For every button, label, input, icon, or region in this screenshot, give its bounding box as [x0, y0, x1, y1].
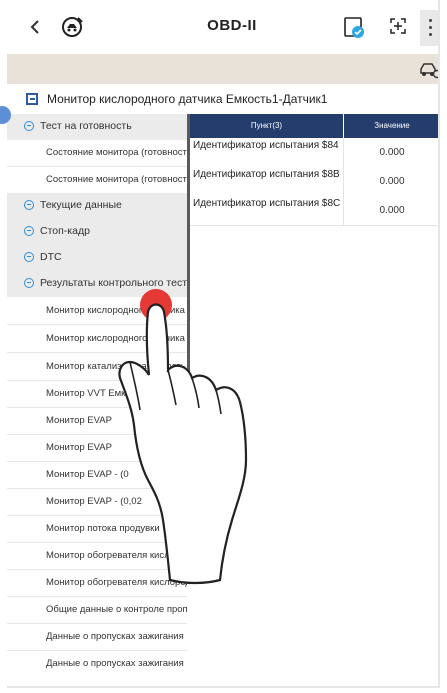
sidebar-item-label: Монитор потока продувки [46, 523, 160, 534]
sidebar-item-label: Результаты контрольного теста [40, 277, 187, 289]
sidebar-item-vvt[interactable]: Монитор VVT Емкость [7, 381, 187, 407]
collapse-icon [24, 252, 34, 262]
top-bar: OBD-II [7, 0, 438, 54]
sidebar-item-evap-3[interactable]: Монитор EVAP - (0 [7, 462, 187, 488]
sidebar-item-label: Текущие данные [40, 199, 122, 211]
sidebar-item-label: Монитор EVAP [46, 415, 112, 426]
page-title: OBD-II [207, 17, 257, 34]
sidebar-item-misfire-general[interactable]: Общие данные о контроле пропусков [7, 597, 187, 623]
sidebar-item-misfire-2[interactable]: Данные о пропусках зажигания [7, 651, 187, 677]
column-header-value: Значение [344, 114, 438, 138]
sidebar-item-monitor-status-2[interactable]: Состояние монитора (готовность) [7, 167, 187, 193]
sidebar-category-readiness[interactable]: Тест на готовность [7, 114, 187, 140]
table-cell-item: Идентификатор испытания $84 [193, 140, 339, 151]
sidebar-item-label: Данные о пропусках зажигания [46, 631, 184, 642]
sidebar-item-label: Данные о пропусках зажигания [46, 658, 184, 669]
collapse-icon [24, 121, 34, 131]
collapse-icon [24, 278, 34, 288]
table-cell-item: Идентификатор испытания $8B [193, 169, 340, 180]
divider [7, 324, 187, 325]
sidebar-item-label: Монитор VVT Емкость [46, 388, 145, 399]
sidebar-item-label: Монитор кислородного датчика [46, 305, 185, 316]
sidebar-item-evap-4[interactable]: Монитор EVAP - (0,02 [7, 489, 187, 515]
sidebar-item-label: Общие данные о контроле пропусков [46, 604, 187, 615]
breadcrumb-text: Монитор кислородного датчика Емкость1-Да… [47, 92, 328, 106]
car-settings-icon[interactable] [419, 61, 438, 79]
sidebar-item-label: Монитор EVAP [46, 442, 112, 453]
sidebar-item-label: DTC [40, 251, 62, 263]
table-cell-value: 0.000 [379, 147, 405, 158]
back-button[interactable] [27, 16, 45, 38]
sidebar-item-label: Монитор катализатора Емкость [46, 361, 186, 372]
sidebar-item-label: Стоп-кадр [40, 225, 90, 237]
sidebar-item-o2-sensor-1[interactable]: Монитор кислородного датчика [7, 298, 187, 324]
sidebar-item-misfire-1[interactable]: Данные о пропусках зажигания [7, 624, 187, 650]
sidebar-category-freeze-frame[interactable]: Стоп-кадр [7, 219, 187, 245]
sidebar-item-label: Монитор EVAP - (0,02 [46, 496, 142, 507]
sidebar-item-o2-sensor-2[interactable]: Монитор кислородного датчика [7, 326, 187, 352]
report-icon[interactable] [341, 14, 367, 40]
sidebar-item-label: Тест на готовность [40, 120, 132, 132]
table-row[interactable]: Идентификатор испытания $8C 0.000 [190, 196, 438, 226]
more-vert-icon[interactable] [420, 10, 438, 46]
sidebar-item-label: Монитор обогревателя кислородного [46, 550, 187, 561]
table-row[interactable]: Идентификатор испытания $84 0.000 [190, 138, 438, 168]
table-row[interactable]: Идентификатор испытания $8B 0.000 [190, 167, 438, 197]
car-diagnostic-logo-icon[interactable] [58, 13, 86, 41]
sidebar-item-label: Монитор обогревателя кислородного [46, 577, 187, 588]
table-cell-value: 0.000 [379, 205, 405, 216]
sidebar-item-label: Состояние монитора (готовность) [46, 174, 187, 185]
sidebar-item-monitor-status-1[interactable]: Состояние монитора (готовность) [7, 140, 187, 166]
sidebar-item-evap-2[interactable]: Монитор EVAP [7, 435, 187, 461]
data-table: Пункт(3) Значение Идентификатор испытани… [190, 114, 438, 226]
add-screenshot-icon[interactable] [388, 16, 408, 36]
sidebar-item-label: Монитор EVAP - (0 [46, 469, 129, 480]
table-cell-value: 0.000 [379, 176, 405, 187]
sidebar-category-dtc[interactable]: DTC [7, 245, 187, 271]
chevron-left-icon [30, 20, 39, 34]
sidebar-item-o2-heater-1[interactable]: Монитор обогревателя кислородного [7, 543, 187, 569]
sub-toolbar [7, 54, 438, 84]
sidebar-item-purge-flow[interactable]: Монитор потока продувки [7, 516, 187, 542]
collapse-icon [24, 226, 34, 236]
sidebar: Тест на готовность Состояние монитора (г… [7, 114, 190, 684]
app-window: OBD-II Монитор кислородного датчика Емко… [7, 0, 440, 688]
sidebar-item-label: Состояние монитора (готовность) [46, 147, 187, 158]
sidebar-category-monitor-test-results[interactable]: Результаты контрольного теста [7, 271, 187, 297]
divider [7, 352, 187, 353]
breadcrumb: Монитор кислородного датчика Емкость1-Да… [7, 84, 438, 114]
sidebar-category-live-data[interactable]: Текущие данные [7, 193, 187, 219]
collapse-icon [24, 200, 34, 210]
sidebar-item-o2-heater-2[interactable]: Монитор обогревателя кислородного [7, 570, 187, 596]
table-cell-item: Идентификатор испытания $8C [193, 198, 341, 209]
sidebar-item-label: Монитор кислородного датчика [46, 333, 185, 344]
sidebar-item-catalyst[interactable]: Монитор катализатора Емкость [7, 354, 187, 380]
column-header-item: Пункт(3) [190, 114, 343, 138]
collapse-panel-icon[interactable] [26, 93, 38, 105]
sidebar-item-evap-1[interactable]: Монитор EVAP [7, 408, 187, 434]
